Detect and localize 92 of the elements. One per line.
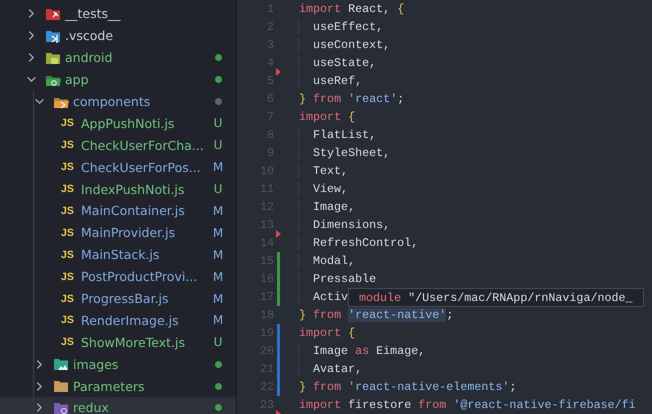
chevron-icon[interactable] [26,8,37,20]
code-line: useContext, [298,38,390,52]
git-status: M [212,204,224,218]
code-line: RefreshControl, [298,236,418,250]
git-status: M [212,313,224,328]
git-status: M [212,226,224,240]
code-line: FlatList, [298,128,376,142]
chevron-icon[interactable] [34,380,45,392]
code-line: Image, [298,200,356,214]
tree-item[interactable]: JS MainStack.js M [0,244,236,266]
folder-name: redux [73,400,110,414]
code-line: Text, [298,164,348,178]
chevron-icon[interactable] [26,30,37,42]
folder-name: .vscode [65,28,114,44]
file-type-label: JS [61,139,75,152]
code-line: import { [299,326,356,340]
file-name: RenderImage.js [81,312,180,328]
tree-item[interactable]: components [0,90,236,112]
tree-item[interactable]: app [0,68,236,91]
file-name: MainProvider.js [81,225,176,240]
file-type-label: JS [61,204,75,217]
tree-item[interactable]: JS RenderImage.js M [0,309,236,332]
tree-item[interactable]: JS IndexPushNoti.js U [0,178,236,200]
code-line: StyleSheet, [298,146,390,160]
tree-item[interactable]: __tests__ [0,3,236,25]
tree-item[interactable]: Parameters [0,375,236,398]
code-line: useEffect, [298,20,384,34]
file-type-label: JS [61,161,75,174]
git-status: M [212,248,224,262]
file-name: AppPushNoti.js [81,116,176,131]
tree-item[interactable]: JS MainProvider.js M [0,222,236,244]
tree-item[interactable]: .vscode [0,24,236,47]
file-name: IndexPushNoti.js [81,182,186,197]
git-status: U [212,138,224,152]
code-line: import React, { [299,2,404,16]
folder-icon [53,378,69,394]
chevron-icon[interactable] [34,96,45,107]
code-line: View, [298,182,348,196]
folder-name: images [73,356,120,372]
file-type-label: JS [61,248,75,261]
file-name: PostProductProvi... [81,269,198,284]
tree-item[interactable]: JS MainContainer.js M [0,200,236,222]
file-name: MainStack.js [81,247,160,262]
tree-item[interactable]: JS CheckUserForCha... U [0,134,236,156]
file-type-label: JS [61,314,75,326]
chevron-icon[interactable] [34,402,45,414]
tree-item[interactable]: android [0,46,236,69]
folder-name: Parameters [73,378,146,394]
git-status: M [212,270,224,284]
code-line: } from 'react-native'; [299,308,454,322]
chevron-icon[interactable] [26,52,37,64]
tree-item[interactable]: JS AppPushNoti.js U [0,112,236,134]
git-status: U [212,335,224,350]
tree-item[interactable]: JS CheckUserForPos... M [0,156,236,178]
code-line: useRef, [298,74,362,88]
folder-name: app [65,72,90,88]
file-type-label: JS [61,226,75,239]
file-name: CheckUserForPos... [81,160,202,175]
file-type-label: JS [61,183,75,196]
hover-tooltip: module "/Users/mac/RNApp/rnNaviga/node_ [348,288,644,307]
git-status: U [212,116,224,130]
folder-name: android [65,50,114,66]
code-line: Avatar, [298,362,362,376]
tree-item[interactable]: images [0,353,236,376]
file-type-label: JS [61,270,75,283]
file-type-label: JS [61,117,75,130]
code-line: import firestore from '@react-native-firebase/fi [299,398,636,412]
code-line: Modal, [298,254,356,268]
file-type-label: JS [61,292,75,305]
code-line: Image as Eimage, [298,344,426,358]
code-line: import { [299,110,356,124]
git-status: M [212,160,224,174]
tree-item[interactable]: JS PostProductProvi... M [0,266,236,288]
file-type-label: JS [61,336,75,348]
file-name: ShowMoreText.js [81,334,186,350]
file-name: MainContainer.js [81,203,186,218]
folder-name: components [73,94,152,109]
code-line: } from 'react-native-elements'; [299,380,516,394]
tree-item[interactable]: JS ShowMoreText.js U [0,331,236,354]
git-status: U [212,182,224,196]
tree-item[interactable]: redux [0,397,236,414]
code-line: } from 'react'; [299,92,404,106]
folder-icon [53,356,69,372]
file-name: CheckUserForCha... [81,138,205,153]
file-name: ProgressBar.js [81,291,170,306]
code-line: useState, [298,56,376,70]
chevron-icon[interactable] [34,358,45,370]
git-status: M [212,292,224,306]
folder-name: __tests__ [65,6,122,22]
tree-item[interactable]: JS ProgressBar.js M [0,288,236,310]
code-line: Dimensions, [298,218,390,232]
code-line: Pressable [298,272,376,286]
